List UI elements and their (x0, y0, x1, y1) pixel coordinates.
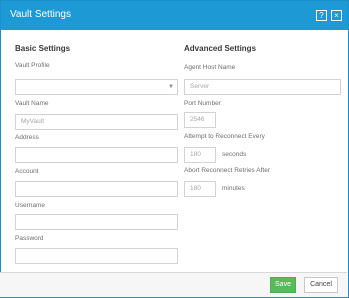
close-button[interactable]: × (331, 10, 342, 21)
abort-after-input[interactable]: 180 (184, 181, 216, 197)
chevron-down-icon: ▼ (168, 84, 174, 90)
vault-profile-select[interactable]: ▼ (15, 79, 178, 95)
save-button[interactable]: Save (270, 277, 296, 293)
username-label: Username (15, 202, 45, 209)
port-label: Port Number (184, 100, 221, 107)
username-input[interactable] (15, 214, 178, 230)
abort-after-label: Abort Reconnect Retries After (184, 167, 270, 174)
password-label: Password (15, 235, 44, 242)
cancel-button[interactable]: Cancel (304, 277, 338, 293)
dialog-title: Vault Settings (10, 9, 71, 20)
abort-after-unit: minutes (222, 185, 245, 192)
reconnect-every-unit: seconds (222, 151, 247, 158)
dialog-titlebar: Vault Settings ? × (1, 1, 348, 30)
advanced-settings-heading: Advanced Settings (184, 44, 257, 53)
reconnect-every-input[interactable]: 180 (184, 147, 216, 163)
vault-name-input[interactable]: MyVault (15, 114, 178, 130)
account-label: Account (15, 168, 39, 175)
password-input[interactable] (15, 248, 178, 264)
vault-profile-label: Vault Profile (15, 62, 50, 69)
agent-host-input[interactable]: Server (184, 79, 341, 95)
agent-host-label: Agent Host Name (184, 64, 236, 71)
vault-name-label: Vault Name (15, 100, 49, 107)
account-input[interactable] (15, 181, 178, 197)
reconnect-every-label: Attempt to Reconnect Every (184, 133, 265, 140)
address-label: Address (15, 134, 39, 141)
address-input[interactable] (15, 147, 178, 163)
basic-settings-heading: Basic Settings (15, 44, 71, 53)
help-button[interactable]: ? (316, 10, 327, 21)
port-input[interactable]: 2546 (184, 112, 216, 128)
